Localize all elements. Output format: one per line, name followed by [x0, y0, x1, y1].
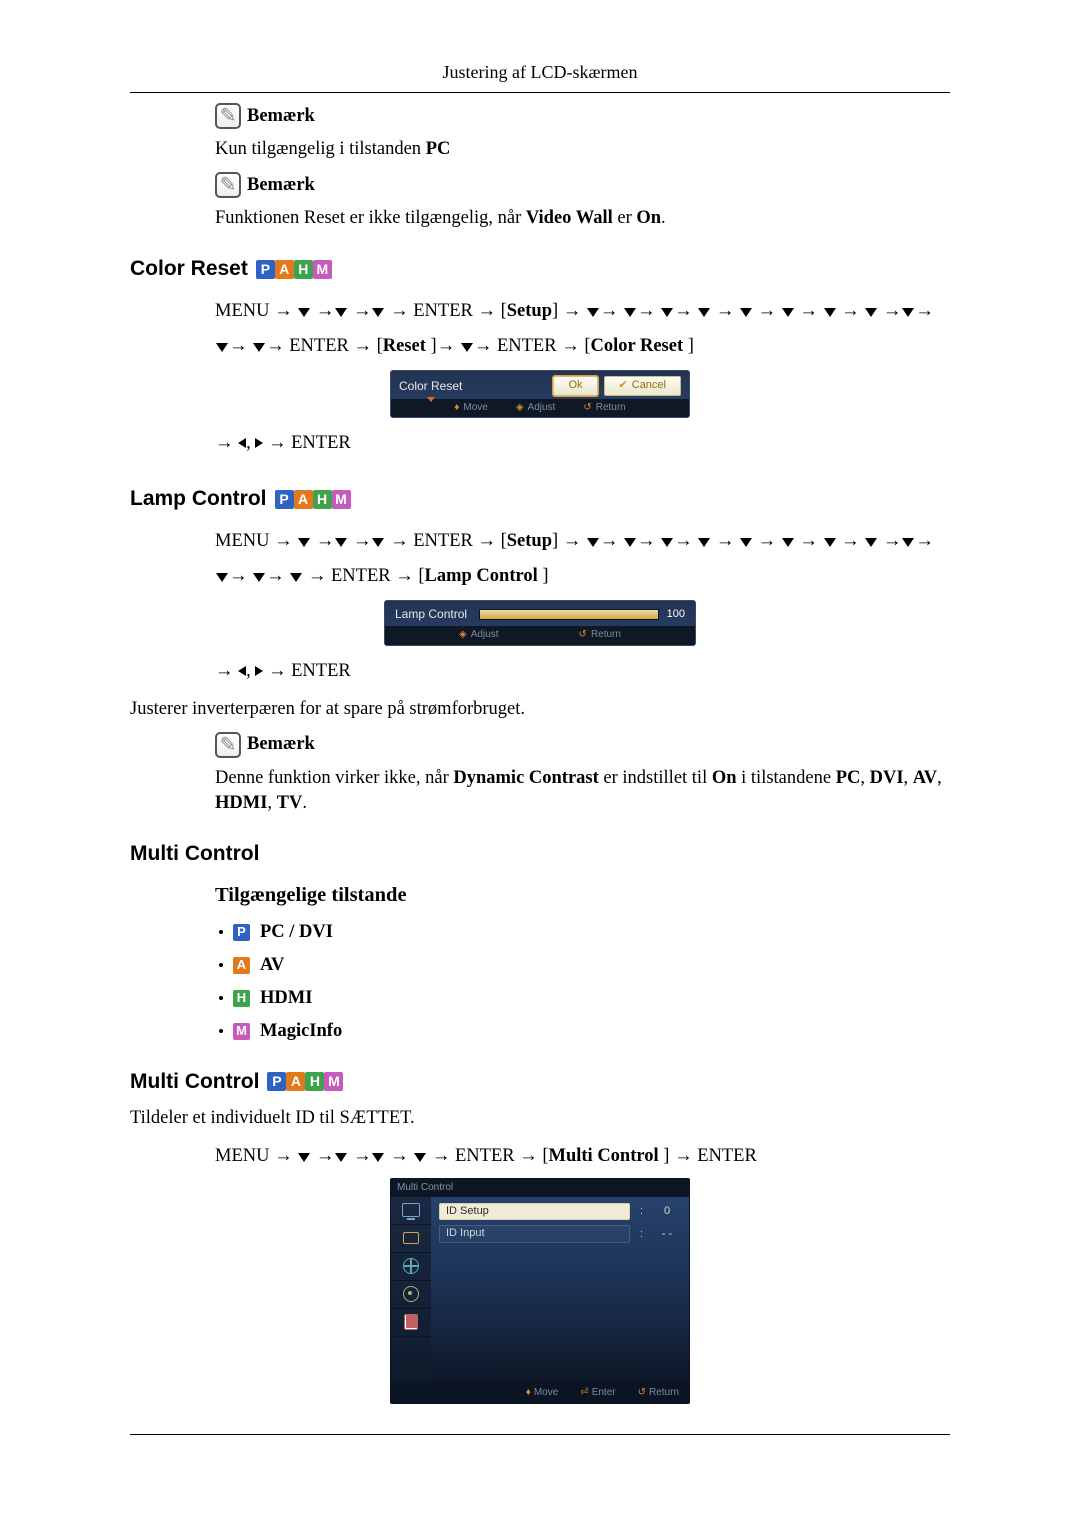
side-icon-input[interactable]	[391, 1225, 431, 1253]
heading-color-reset: Color Reset P A H M	[130, 255, 950, 283]
note-3: ✎ Bemærk	[215, 732, 950, 758]
osd-lamp-title: Lamp Control	[395, 606, 467, 622]
badge-a-icon: A	[294, 490, 313, 509]
badge-a-icon: A	[275, 260, 294, 279]
osd-ok-button[interactable]: Ok	[553, 376, 597, 396]
side-icon-settings[interactable]	[391, 1281, 431, 1309]
badge-a-icon: A	[233, 957, 250, 974]
osd-color-reset-hints: ♦Move ◈Adjust ↺Return	[391, 399, 689, 418]
page-header: Justering af LCD-skærmen	[130, 60, 950, 93]
badge-p-icon: P	[267, 1072, 286, 1091]
badge-m-icon: M	[313, 260, 332, 279]
badge-a-icon: A	[286, 1072, 305, 1091]
osd-row-id-setup[interactable]: ID Setup : 0	[439, 1203, 681, 1221]
list-item: P PC / DVI	[215, 920, 950, 945]
list-item: M MagicInfo	[215, 1019, 950, 1044]
modes-list: P PC / DVI A AV H HDMI M MagicInfo	[215, 920, 950, 1044]
multi-control-desc: Tildeler et individuelt ID til SÆTTET.	[130, 1106, 950, 1131]
badge-m-icon: M	[324, 1072, 343, 1091]
note-icon: ✎	[215, 103, 241, 129]
mode-badges: P A H M	[256, 260, 332, 279]
list-item: H HDMI	[215, 986, 950, 1011]
osd-side-icons	[391, 1197, 431, 1383]
side-icon-network[interactable]	[391, 1253, 431, 1281]
mode-badges: P A H M	[275, 490, 351, 509]
note-2: ✎ Bemærk	[215, 172, 950, 198]
osd-lamp-slider[interactable]	[479, 609, 659, 620]
badge-m-icon: M	[233, 1023, 250, 1040]
note-label: Bemærk	[247, 104, 315, 129]
side-icon-magicinfo[interactable]	[391, 1309, 431, 1337]
note-1: ✎ Bemærk	[215, 103, 950, 129]
heading-lamp-control: Lamp Control P A H M	[130, 485, 950, 513]
nav-path-color-reset: MENU → → → → ENTER → [Setup] → → → → → →…	[215, 294, 950, 364]
osd-multi-title: Multi Control	[391, 1179, 689, 1197]
note-icon: ✎	[215, 732, 241, 758]
footer-rule	[130, 1434, 950, 1435]
osd-multi-control: Multi Control ID Setup : 0 ID Input : - …	[390, 1178, 690, 1404]
list-item: A AV	[215, 953, 950, 978]
osd-lamp-hints: ◈Adjust ↺Return	[385, 626, 695, 645]
note-icon: ✎	[215, 172, 241, 198]
note-label: Bemærk	[247, 173, 315, 198]
lamp-description: Justerer inverterpæren for at spare på s…	[130, 697, 950, 722]
badge-h-icon: H	[294, 260, 313, 279]
heading-multi-control-2: Multi Control P A H M	[130, 1068, 950, 1096]
badge-p-icon: P	[233, 924, 250, 941]
osd-color-reset-title: Color Reset	[399, 378, 462, 394]
note-label: Bemærk	[247, 732, 315, 757]
note-1-text: Kun tilgængelig i tilstanden PC	[215, 137, 950, 162]
badge-h-icon: H	[305, 1072, 324, 1091]
osd-row-id-input[interactable]: ID Input : - -	[439, 1225, 681, 1243]
nav-path-multi: MENU → → → → → ENTER → [Multi Control ] …	[215, 1139, 950, 1174]
heading-available-modes: Tilgængelige tilstande	[215, 882, 950, 910]
osd-color-reset: Color Reset Ok ✔Cancel ♦Move ◈Adjust ↺Re…	[390, 370, 690, 418]
side-icon-tv[interactable]	[391, 1197, 431, 1225]
badge-p-icon: P	[256, 260, 275, 279]
heading-multi-control: Multi Control	[130, 840, 950, 868]
badge-m-icon: M	[332, 490, 351, 509]
osd-multi-hints: ♦Move ⏎Enter ↺Return	[391, 1383, 689, 1404]
badge-p-icon: P	[275, 490, 294, 509]
badge-h-icon: H	[233, 990, 250, 1007]
nav-enter-line-2: → , → ENTER	[215, 654, 950, 689]
osd-lamp-control: Lamp Control 100 ◈Adjust ↺Return	[384, 600, 696, 646]
note-2-text: Funktionen Reset er ikke tilgængelig, nå…	[215, 206, 950, 231]
nav-path-lamp: MENU → → → → ENTER → [Setup] → → → → → →…	[215, 524, 950, 594]
note-3-text: Denne funktion virker ikke, når Dynamic …	[215, 766, 950, 816]
osd-lamp-value: 100	[667, 607, 685, 622]
badge-h-icon: H	[313, 490, 332, 509]
osd-cancel-button[interactable]: ✔Cancel	[604, 376, 681, 396]
mode-badges: P A H M	[267, 1072, 343, 1091]
nav-enter-line-1: → , → ENTER	[215, 426, 950, 461]
